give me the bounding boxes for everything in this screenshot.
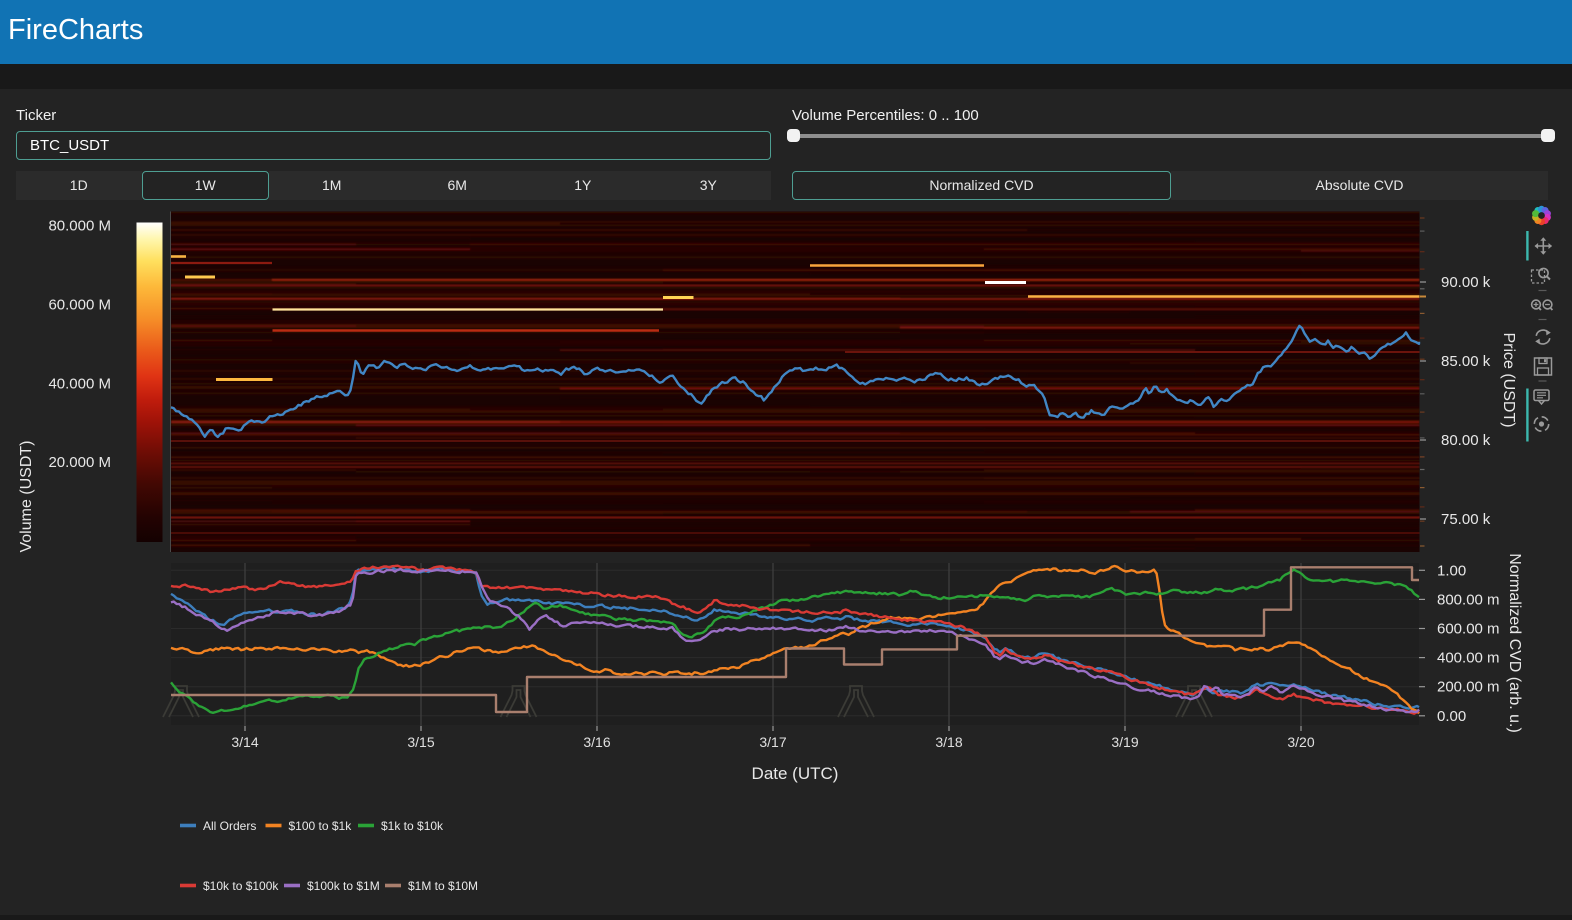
svg-text:3/19: 3/19 <box>1111 734 1138 750</box>
svg-text:3/14: 3/14 <box>231 734 258 750</box>
svg-text:60.000 M: 60.000 M <box>48 297 111 314</box>
svg-text:All Orders: All Orders <box>203 819 256 833</box>
svg-text:85.00 k: 85.00 k <box>1441 353 1491 370</box>
svg-text:0.00: 0.00 <box>1437 708 1466 725</box>
svg-text:1.00: 1.00 <box>1437 562 1466 579</box>
svg-text:$100k to $1M: $100k to $1M <box>307 879 380 893</box>
svg-text:Normalized CVD (arb. u.): Normalized CVD (arb. u.) <box>1506 553 1523 733</box>
svg-text:800.00 m: 800.00 m <box>1437 591 1500 608</box>
svg-text:$1M to $10M: $1M to $10M <box>408 879 478 893</box>
svg-text:40.000 M: 40.000 M <box>48 375 111 392</box>
svg-text:$1k to $10k: $1k to $10k <box>381 819 444 833</box>
svg-text:20.000 M: 20.000 M <box>48 454 111 471</box>
svg-text:80.00 k: 80.00 k <box>1441 432 1491 449</box>
svg-text:3/17: 3/17 <box>759 734 786 750</box>
svg-text:200.00 m: 200.00 m <box>1437 679 1500 696</box>
svg-text:90.00 k: 90.00 k <box>1441 274 1491 291</box>
svg-text:80.000 M: 80.000 M <box>48 218 111 235</box>
svg-text:3/20: 3/20 <box>1287 734 1314 750</box>
svg-text:3/15: 3/15 <box>407 734 434 750</box>
svg-text:$100 to $1k: $100 to $1k <box>289 819 353 833</box>
svg-text:$10k to $100k: $10k to $100k <box>203 879 279 893</box>
svg-text:75.00 k: 75.00 k <box>1441 511 1491 528</box>
svg-text:Date (UTC): Date (UTC) <box>752 764 839 783</box>
svg-text:3/18: 3/18 <box>935 734 962 750</box>
svg-text:600.00 m: 600.00 m <box>1437 621 1500 638</box>
svg-text:3/16: 3/16 <box>583 734 610 750</box>
svg-text:400.00 m: 400.00 m <box>1437 650 1500 667</box>
svg-text:Price (USDT): Price (USDT) <box>1500 332 1517 427</box>
svg-text:Volume (USDT): Volume (USDT) <box>18 440 35 552</box>
